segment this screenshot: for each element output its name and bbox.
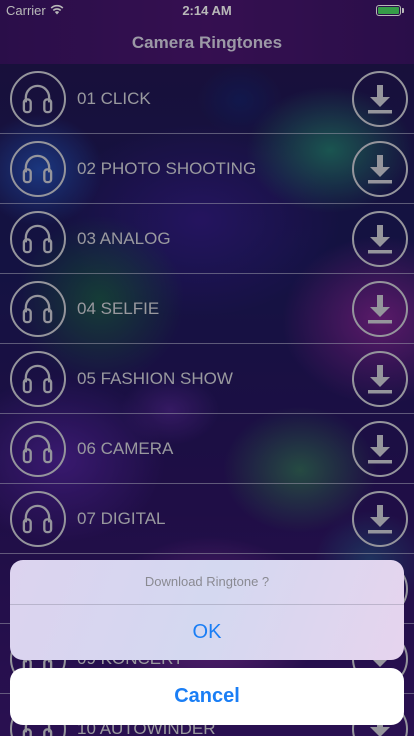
action-sheet-title: Download Ringtone ? — [144, 574, 270, 589]
action-sheet: Download Ringtone ? OK — [10, 560, 404, 660]
cancel-button[interactable]: Cancel — [10, 668, 404, 725]
ok-button[interactable]: OK — [10, 605, 404, 660]
